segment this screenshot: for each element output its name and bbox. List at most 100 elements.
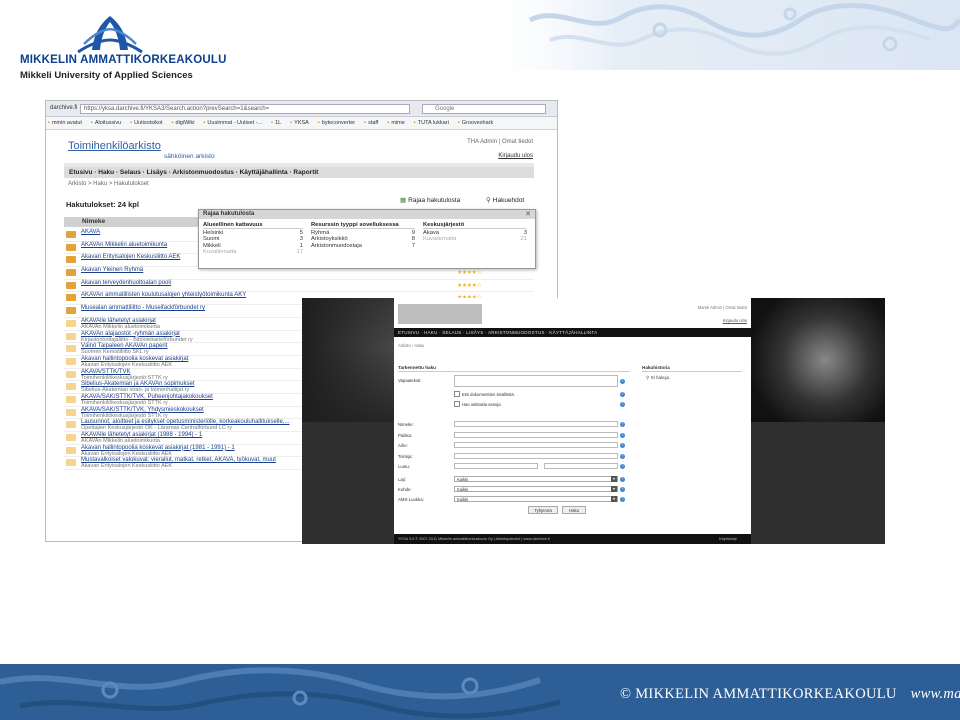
close-icon[interactable]: ✕ bbox=[525, 210, 531, 218]
results-count-title: Hakutulokset: 24 kpl bbox=[66, 200, 139, 209]
help-icon[interactable]: ? bbox=[620, 402, 625, 407]
select-label: AMS-Luokka: bbox=[398, 497, 424, 502]
url-input[interactable]: https://yksa.darchive.fi/YKSA3/Search.ac… bbox=[80, 104, 410, 114]
help-icon[interactable]: ? bbox=[620, 392, 625, 397]
result-subtitle: Toimihenkilökeskusjärjestö STTK ry bbox=[81, 399, 168, 406]
facet-header: Alueellinen kattavuus bbox=[203, 222, 303, 229]
facet-label: Mikkeli bbox=[203, 242, 221, 249]
bookmark-item[interactable]: 1L bbox=[271, 120, 281, 126]
facet-label: Helsinki bbox=[203, 230, 224, 236]
slide: MIKKELIN AMMATTIKORKEAKOULU Mikkeli Univ… bbox=[0, 0, 960, 720]
search-screenshot: Mamk Admin | Omat tiedot Kirjaudu ulos E… bbox=[302, 298, 885, 544]
refine-results-button[interactable]: Rajaa hakutulosta bbox=[400, 196, 460, 204]
result-title-link[interactable]: Akavan Erityisalojen Keskusliitto AEK bbox=[81, 254, 180, 260]
field-label: Paikka: bbox=[398, 432, 413, 438]
help-icon[interactable]: ? bbox=[620, 497, 625, 502]
help-icon[interactable]: ? bbox=[620, 432, 625, 438]
footer-text: © MIKKELIN AMMATTIKORKEAKOULU www.mamk.fi bbox=[620, 686, 960, 703]
folder-icon bbox=[66, 256, 76, 264]
user-info-link[interactable]: Mamk Admin | Omat tiedot bbox=[698, 305, 747, 310]
user-info-link[interactable]: THA Admin | Omat tiedot bbox=[467, 139, 533, 145]
logout-link[interactable]: Kirjaudu ulos bbox=[498, 153, 533, 159]
select-dropdown[interactable]: Kaikki bbox=[454, 486, 618, 492]
logo-name: MIKKELIN AMMATTIKORKEAKOULU bbox=[20, 54, 227, 66]
text-field[interactable] bbox=[454, 442, 618, 448]
main-nav[interactable]: ETUSIVU · HAKU · SELAUS · LISÄYS · ARKIS… bbox=[394, 328, 751, 337]
select-dropdown[interactable]: Kaikki bbox=[454, 476, 618, 482]
facet-regional-coverage: Alueellinen kattavuus Helsinki 5 Suomi 3 Mikk… bbox=[203, 222, 303, 256]
folder-icon bbox=[66, 357, 76, 365]
search-button[interactable]: Haku bbox=[562, 506, 586, 514]
text-field[interactable] bbox=[454, 431, 618, 438]
bookmark-item[interactable]: digiWiki bbox=[172, 120, 195, 126]
help-icon[interactable]: ? bbox=[620, 379, 625, 384]
bookmark-item[interactable]: Uutisotsikot bbox=[130, 120, 162, 126]
facet-item[interactable]: Kuvailematta 17 bbox=[203, 249, 303, 255]
date-input[interactable] bbox=[454, 463, 538, 469]
select-label: Laji: bbox=[398, 477, 406, 482]
folder-icon bbox=[66, 231, 76, 238]
facet-item[interactable]: Arkistonmuodostaja 7 bbox=[311, 243, 415, 249]
help-icon[interactable]: ? bbox=[620, 443, 625, 448]
facet-count: 17 bbox=[296, 249, 303, 256]
bookmark-item[interactable]: Aloitussivu bbox=[91, 120, 121, 126]
bookmark-item[interactable]: mmin avatut bbox=[48, 120, 82, 126]
result-subtitle: AKAVAn Mikkelin aluetoimikunta bbox=[81, 438, 160, 444]
folder-icon bbox=[66, 421, 76, 429]
result-title-link[interactable]: Akavan terveydenhuoltoalan pooli bbox=[81, 280, 171, 286]
bookmark-item[interactable]: byteconverter bbox=[318, 120, 355, 126]
facet-count: 21 bbox=[520, 236, 527, 243]
facet-count: 8 bbox=[411, 236, 415, 243]
result-title-link[interactable]: Akavan Yleinen Ryhmä bbox=[81, 267, 143, 273]
logout-link[interactable]: Kirjaudu ulos bbox=[723, 318, 747, 323]
result-subtitle: Kirjastonhoitajaliitto - Bibliotekariefö… bbox=[81, 336, 193, 343]
partial-words-checkbox[interactable]: Hae osittaisia sanoja. bbox=[454, 401, 502, 407]
footer-org: © MIKKELIN AMMATTIKORKEAKOULU bbox=[620, 686, 897, 702]
browser-tab[interactable]: darchive.fi bbox=[50, 105, 77, 111]
main-nav[interactable]: Etusivu · Haku · Selaus · Lisäys · Arkis… bbox=[64, 167, 534, 178]
facet-count: 3 bbox=[299, 236, 303, 243]
bookmark-item[interactable]: YKSA bbox=[290, 120, 309, 126]
footer-web-link[interactable]: www.mamk.fi bbox=[911, 686, 960, 702]
folder-icon bbox=[66, 243, 76, 251]
bookmark-item[interactable]: Grooveshark bbox=[458, 120, 493, 126]
result-title-link[interactable]: AKAVAn ammatillisten koulutusalojen yhte… bbox=[81, 292, 246, 298]
facet-count: 3 bbox=[523, 230, 527, 236]
result-title-link[interactable]: AKAVA bbox=[81, 229, 100, 235]
help-icon[interactable]: ? bbox=[620, 487, 625, 492]
select-dropdown[interactable]: Kaikki bbox=[454, 496, 618, 502]
text-field[interactable] bbox=[454, 452, 618, 459]
user-guide-link[interactable]: Käyttöohje bbox=[719, 534, 737, 544]
search-criteria-button[interactable]: Hakuehdot bbox=[486, 196, 524, 204]
facet-count: 1 bbox=[299, 242, 303, 249]
breadcrumb[interactable]: Arkisto › Haku bbox=[398, 343, 424, 348]
text-field[interactable] bbox=[454, 421, 618, 427]
help-icon[interactable]: ? bbox=[620, 464, 625, 469]
browser-search-input[interactable]: Google bbox=[422, 104, 546, 114]
facet-item[interactable]: Kuvailematta 21 bbox=[423, 236, 527, 242]
bookmark-item[interactable]: Uusimmat - Uutiset -... bbox=[203, 120, 262, 126]
help-icon[interactable]: ? bbox=[620, 477, 625, 482]
search-content-checkbox[interactable]: Etsi dokumenttien sisällöstä. bbox=[454, 391, 515, 397]
site-logo-placeholder[interactable] bbox=[398, 304, 482, 324]
result-row[interactable]: Akavan terveydenhuoltoalan pooli ★★★★☆ bbox=[64, 280, 534, 293]
free-text-input[interactable] bbox=[454, 375, 618, 387]
breadcrumb[interactable]: Arkisto > Haku > Hakutulokset bbox=[68, 181, 149, 187]
folder-icon bbox=[66, 332, 76, 340]
archive-title[interactable]: Toimihenkilöarkisto bbox=[68, 140, 161, 152]
folder-icon bbox=[66, 459, 76, 467]
advanced-search-title: Tarkennettu haku bbox=[398, 365, 630, 372]
facet-label: Kuvailematta bbox=[203, 249, 237, 256]
date-input[interactable] bbox=[544, 463, 618, 469]
folder-icon bbox=[66, 319, 76, 327]
bookmark-item[interactable]: staff bbox=[364, 120, 378, 126]
result-title-link[interactable]: AKAVAn Mikkelin aluetoimikunta bbox=[81, 242, 167, 248]
result-title-link[interactable]: Musealan ammattiliitto - Museifackförbun… bbox=[81, 305, 205, 311]
folder-icon bbox=[66, 345, 76, 353]
help-icon[interactable]: ? bbox=[620, 453, 625, 459]
clear-button[interactable]: Tyhjennä bbox=[528, 506, 558, 514]
popup-title: Rajaa hakutulosta bbox=[199, 210, 535, 219]
bookmark-item[interactable]: mime bbox=[387, 120, 404, 126]
bookmark-item[interactable]: TUTA lukkari bbox=[414, 120, 449, 126]
help-icon[interactable]: ? bbox=[620, 422, 625, 427]
